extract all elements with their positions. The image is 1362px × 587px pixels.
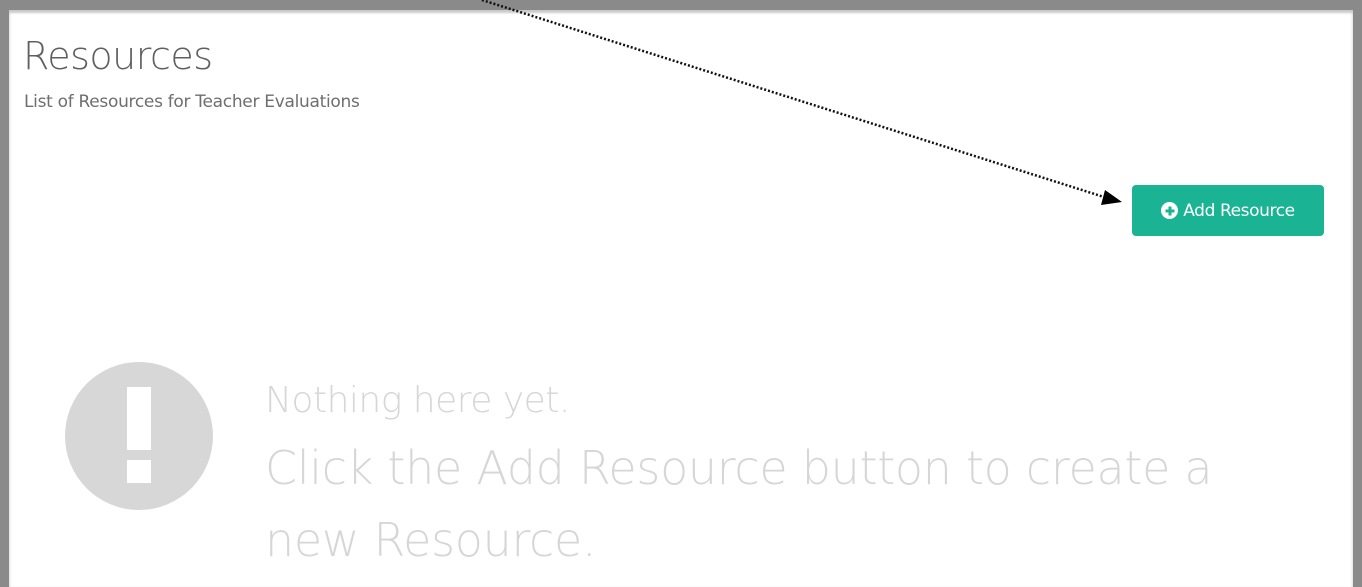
page-subtitle: List of Resources for Teacher Evaluation… — [24, 92, 360, 112]
page-title: Resources — [23, 34, 213, 78]
exclamation-circle-icon — [65, 362, 213, 510]
plus-circle-icon — [1161, 202, 1179, 219]
main-panel: Resources List of Resources for Teacher … — [0, 0, 1362, 587]
add-resource-label: Add Resource — [1183, 200, 1295, 221]
add-resource-button[interactable]: Add Resource — [1132, 185, 1324, 236]
empty-state-heading: Nothing here yet. — [265, 380, 570, 421]
empty-state-message: Click the Add Resource button to create … — [265, 441, 1213, 567]
